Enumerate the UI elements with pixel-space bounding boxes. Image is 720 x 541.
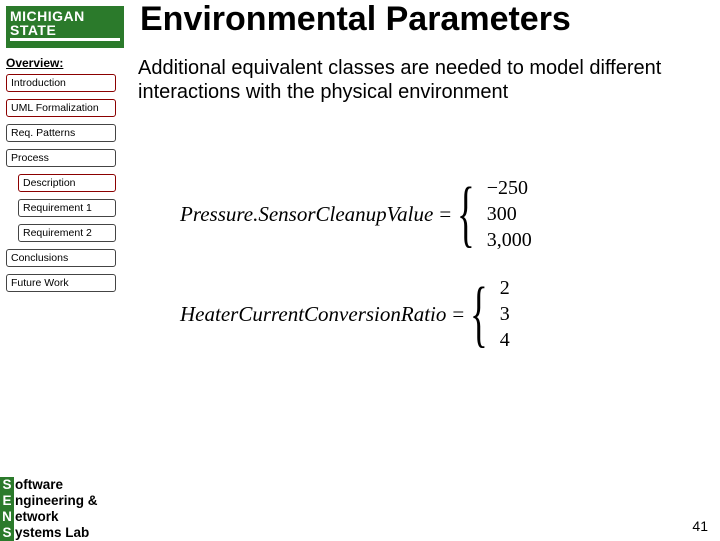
eq2-val-0: 2 — [500, 275, 510, 301]
nav-conclusions[interactable]: Conclusions — [6, 249, 116, 267]
university-logo: MICHIGAN STATE U N I V E R S I T Y — [6, 6, 124, 48]
rest-2: etwork — [15, 509, 59, 524]
overview-label: Overview: — [6, 56, 63, 70]
nav-process[interactable]: Process — [6, 149, 116, 167]
eq1-lhs: Pressure.SensorCleanupValue — [180, 202, 433, 227]
curly-brace-icon: { — [457, 184, 475, 244]
eq1-val-0: −250 — [487, 175, 532, 201]
slide-title: Environmental Parameters — [140, 0, 571, 39]
nav-req-patterns[interactable]: Req. Patterns — [6, 124, 116, 142]
rest-0: oftware — [15, 477, 63, 492]
curly-brace-icon: { — [470, 284, 488, 344]
eq2-val-2: 4 — [500, 327, 510, 353]
body-paragraph: Additional equivalent classes are needed… — [138, 56, 698, 104]
cap-s2: S — [0, 525, 14, 541]
page-number: 41 — [692, 518, 708, 534]
nav-future-work[interactable]: Future Work — [6, 274, 116, 292]
equals-sign: = — [452, 302, 464, 327]
eq1-val-2: 3,000 — [487, 227, 532, 253]
equation-2: HeaterCurrentConversionRatio = { 2 3 4 — [180, 275, 660, 353]
eq2-lhs: HeaterCurrentConversionRatio — [180, 302, 446, 327]
cap-s1: S — [0, 477, 14, 493]
nav-description[interactable]: Description — [18, 174, 116, 192]
rest-3: ystems Lab — [15, 525, 89, 540]
equations-block: Pressure.SensorCleanupValue = { −250 300… — [180, 175, 660, 375]
cap-n: N — [0, 509, 14, 525]
equals-sign: = — [439, 202, 451, 227]
eq1-val-1: 300 — [487, 201, 532, 227]
sidebar-nav: Introduction UML Formalization Req. Patt… — [6, 74, 116, 299]
nav-uml-formalization[interactable]: UML Formalization — [6, 99, 116, 117]
eq2-val-1: 3 — [500, 301, 510, 327]
eq2-values: 2 3 4 — [500, 275, 510, 353]
logo-line1: MICHIGAN STATE — [10, 9, 120, 41]
lab-footer: Software Engineering & Network Systems L… — [0, 477, 98, 541]
cap-e: E — [0, 493, 14, 509]
eq1-values: −250 300 3,000 — [487, 175, 532, 253]
nav-requirement-2[interactable]: Requirement 2 — [18, 224, 116, 242]
nav-introduction[interactable]: Introduction — [6, 74, 116, 92]
equation-1: Pressure.SensorCleanupValue = { −250 300… — [180, 175, 660, 253]
rest-1: ngineering & — [15, 493, 98, 508]
nav-requirement-1[interactable]: Requirement 1 — [18, 199, 116, 217]
